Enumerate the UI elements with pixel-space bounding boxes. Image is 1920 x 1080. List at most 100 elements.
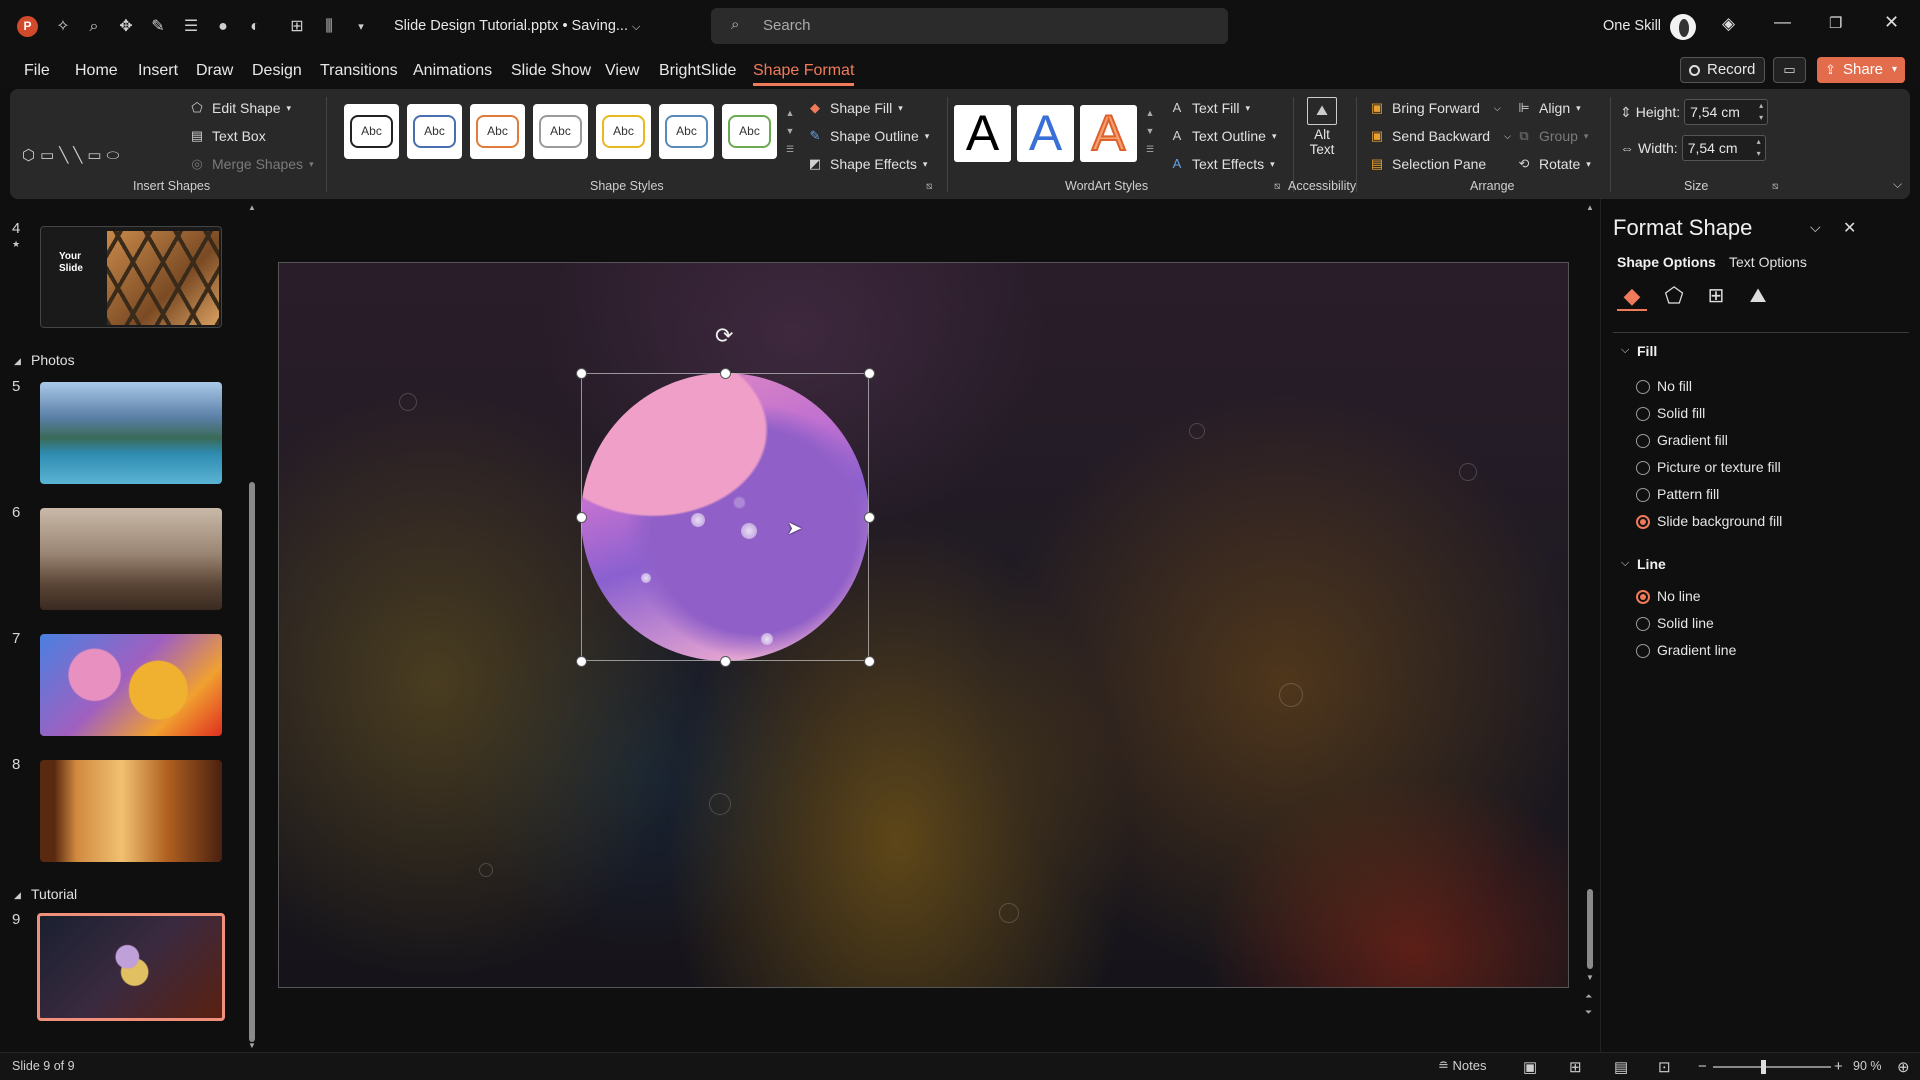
resize-handle-top[interactable] (720, 368, 731, 379)
search-box[interactable]: ⌕ Search (711, 8, 1228, 44)
dialog-launcher-icon[interactable]: ⧅ (926, 181, 932, 192)
radio-gradient-fill[interactable] (1636, 434, 1650, 448)
pen-icon[interactable]: ✎ (145, 14, 171, 40)
merge-shapes-button[interactable]: ◎ Merge Shapes ▾ (188, 153, 313, 175)
slide-sorter-view-icon[interactable]: ⊞ (1569, 1058, 1582, 1076)
tab-text-options[interactable]: Text Options (1729, 254, 1807, 270)
tab-animations[interactable]: Animations (413, 62, 492, 80)
close-icon[interactable]: ✕ (1884, 12, 1899, 33)
resize-handle-right[interactable] (864, 512, 875, 523)
effects-tab-icon[interactable]: ⬠ (1659, 281, 1689, 311)
align-center-icon[interactable]: ⊞ (284, 14, 310, 40)
radio-solid-line[interactable] (1636, 617, 1650, 631)
previous-slide-icon[interactable]: ⏶ (1585, 991, 1592, 1002)
section-photos[interactable]: Photos (31, 352, 75, 368)
radio-gradient-line[interactable] (1636, 644, 1650, 658)
shapes-gallery[interactable]: ⬡▭╲╲▭⬭ ▭△┐┐⇨⇩ ☐↜⌒⌒{}▾ (22, 101, 182, 296)
record-button[interactable]: Record (1680, 57, 1765, 83)
align-button[interactable]: ⊫ Align ▾ (1515, 97, 1580, 119)
radio-no-line[interactable] (1636, 590, 1650, 604)
file-title[interactable]: Slide Design Tutorial.pptx • Saving... ⌵ (394, 18, 640, 34)
tab-design[interactable]: Design (252, 62, 302, 80)
resize-handle-top-right[interactable] (864, 368, 875, 379)
slide-thumbnail-5[interactable] (40, 382, 222, 484)
slide-thumbnail-8[interactable] (40, 760, 222, 862)
shape-outline-button[interactable]: ✎ Shape Outline ▾ (806, 125, 930, 147)
picture-tab-icon[interactable]: ⛰ (1743, 281, 1773, 311)
spinner-icon[interactable]: ▴ ▾ (1759, 100, 1763, 124)
shape-style-5[interactable]: Abc (596, 104, 651, 159)
label-no-line[interactable]: No line (1657, 588, 1701, 604)
text-fill-button[interactable]: A Text Fill ▾ (1168, 97, 1250, 119)
selection-pane-button[interactable]: ▤ Selection Pane (1368, 153, 1486, 175)
slide-show-view-icon[interactable]: ⊡ (1658, 1058, 1671, 1076)
radio-no-fill[interactable] (1636, 380, 1650, 394)
resize-handle-bottom-left[interactable] (576, 656, 587, 667)
bring-forward-button[interactable]: ▣ Bring Forward ⌵ (1368, 97, 1501, 119)
shape-style-2[interactable]: Abc (407, 104, 462, 159)
shape-style-1[interactable]: Abc (344, 104, 399, 159)
slide-canvas[interactable]: ⟳ ➤ (278, 262, 1569, 988)
tab-insert[interactable]: Insert (138, 62, 178, 80)
rotate-handle-icon[interactable]: ⟳ (715, 323, 733, 349)
restore-icon[interactable]: ❐ (1829, 14, 1842, 32)
autosave-icon[interactable]: ✧ (50, 14, 76, 40)
text-outline-button[interactable]: A Text Outline ▾ (1168, 125, 1277, 147)
shape-fill-button[interactable]: ◆ Shape Fill ▾ (806, 97, 903, 119)
label-solid-line[interactable]: Solid line (1657, 615, 1714, 631)
section-collapse-icon[interactable]: ◢ (14, 356, 21, 367)
fit-to-window-icon[interactable]: ⊕ (1897, 1058, 1910, 1076)
section-collapse-icon[interactable]: ◢ (14, 890, 21, 901)
wordart-scroll[interactable]: ▲ ▼ ☰ (1143, 104, 1157, 159)
tab-view[interactable]: View (605, 62, 639, 80)
move-icon[interactable]: ✥ (113, 14, 139, 40)
tab-slide-show[interactable]: Slide Show (511, 62, 591, 80)
scrollbar-thumb[interactable] (1587, 889, 1593, 969)
shape-style-3[interactable]: Abc (470, 104, 525, 159)
width-input[interactable]: 7,54 cm ▴ ▾ (1681, 135, 1766, 161)
edit-shape-button[interactable]: ⬠ Edit Shape ▾ (188, 97, 291, 119)
label-no-fill[interactable]: No fill (1657, 378, 1692, 394)
tab-transitions[interactable]: Transitions (320, 62, 398, 80)
tab-draw[interactable]: Draw (196, 62, 233, 80)
spinner-icon[interactable]: ▴ ▾ (1757, 136, 1761, 160)
radio-solid-fill[interactable] (1636, 407, 1650, 421)
customize-qat-icon[interactable]: ▾ (348, 14, 374, 40)
fill-section-chevron-icon[interactable]: ⌵ (1621, 344, 1629, 357)
label-solid-fill[interactable]: Solid fill (1657, 405, 1705, 421)
pane-close-icon[interactable]: ✕ (1843, 218, 1856, 238)
notes-button[interactable]: ≘ Notes (1438, 1058, 1487, 1074)
label-slide-background-fill[interactable]: Slide background fill (1657, 513, 1782, 529)
canvas-scrollbar[interactable]: ▲ ▼ ⏶ ⏷ (1584, 199, 1596, 1029)
wordart-style-1[interactable]: A (954, 105, 1011, 162)
zoom-slider[interactable] (1713, 1060, 1831, 1074)
dialog-launcher-icon[interactable]: ⧅ (1772, 181, 1778, 192)
resize-handle-top-left[interactable] (576, 368, 587, 379)
slide-thumbnail-9-selected[interactable] (37, 913, 225, 1021)
section-tutorial[interactable]: Tutorial (31, 886, 77, 902)
label-gradient-fill[interactable]: Gradient fill (1657, 432, 1728, 448)
tab-home[interactable]: Home (75, 62, 118, 80)
screenshot-icon[interactable]: ⌕ (81, 14, 107, 40)
tab-shape-options[interactable]: Shape Options (1617, 254, 1716, 270)
radio-pattern-fill[interactable] (1636, 488, 1650, 502)
fill-line-tab-icon[interactable]: ◆ (1617, 281, 1647, 311)
wordart-style-3[interactable]: A (1080, 104, 1137, 162)
wordart-style-2[interactable]: A (1017, 105, 1074, 162)
shape-style-7[interactable]: Abc (722, 104, 777, 159)
resize-handle-bottom-right[interactable] (864, 656, 875, 667)
text-box-button[interactable]: ▤ Text Box (188, 125, 266, 147)
group-button[interactable]: ⧉ Group ▾ (1515, 125, 1588, 147)
alt-text-button[interactable]: ⛰ Alt Text (1300, 97, 1344, 172)
slide-thumbnail-7[interactable] (40, 634, 222, 736)
rotate-button[interactable]: ⟲ Rotate ▾ (1515, 153, 1591, 175)
scrollbar-thumb[interactable] (249, 482, 255, 1042)
label-pattern-fill[interactable]: Pattern fill (1657, 486, 1719, 502)
resize-handle-left[interactable] (576, 512, 587, 523)
distribute-icon[interactable]: ⫼ (316, 14, 342, 40)
label-gradient-line[interactable]: Gradient line (1657, 642, 1736, 658)
list-icon[interactable]: ☰ (178, 14, 204, 40)
pane-options-chevron-icon[interactable]: ⌵ (1810, 219, 1821, 236)
thumbnails-scrollbar[interactable]: ▲ ▼ (248, 199, 256, 1052)
zoom-out-icon[interactable]: − (1698, 1058, 1707, 1075)
